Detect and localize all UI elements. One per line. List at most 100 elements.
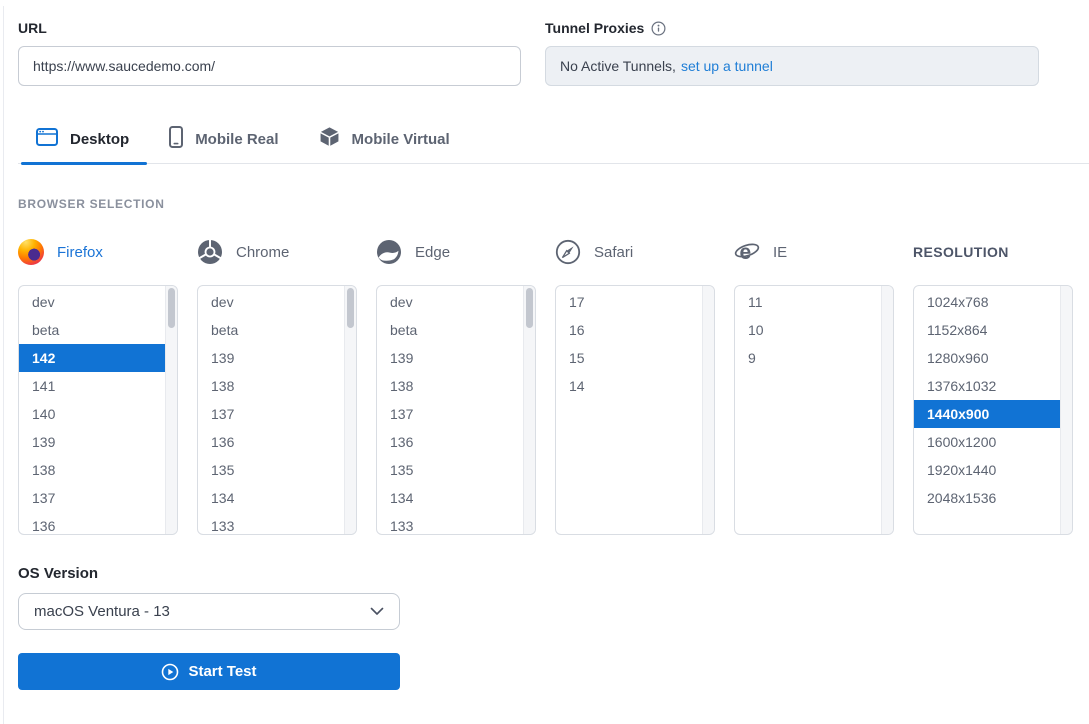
chrome-icon — [197, 239, 223, 265]
list-item[interactable]: 139 — [19, 428, 165, 456]
list-item[interactable]: 136 — [19, 512, 165, 535]
edge-column: Edge devbeta139138137136135134133 — [376, 238, 536, 535]
tab-mobile-virtual[interactable]: Mobile Virtual — [319, 126, 450, 152]
safari-version-list: 17161514 — [555, 285, 715, 535]
tab-mobile-real-label: Mobile Real — [195, 131, 278, 148]
browser-name: Firefox — [57, 244, 103, 261]
scrollbar-thumb[interactable] — [168, 288, 175, 328]
scrollbar-track — [881, 286, 893, 534]
list-item[interactable]: 1376x1032 — [914, 372, 1060, 400]
edge-icon — [376, 239, 402, 265]
cross-browser-test-config-page: URL https://www.saucedemo.com/ Tunnel Pr… — [0, 0, 1089, 690]
list-item[interactable]: 1152x864 — [914, 316, 1060, 344]
list-item[interactable]: beta — [377, 316, 523, 344]
os-version-value: macOS Ventura - 13 — [34, 603, 170, 620]
start-test-label: Start Test — [188, 663, 256, 680]
list-item[interactable]: 14 — [556, 372, 702, 400]
tab-desktop[interactable]: Desktop — [36, 128, 129, 151]
list-item[interactable]: 9 — [735, 344, 881, 372]
browser-name: IE — [773, 244, 787, 261]
scrollbar-track — [702, 286, 714, 534]
info-icon[interactable] — [651, 21, 666, 36]
active-tab-indicator — [21, 162, 147, 165]
url-field-group: URL https://www.saucedemo.com/ — [18, 20, 521, 86]
list-item[interactable]: 1920x1440 — [914, 456, 1060, 484]
scrollbar-track — [1060, 286, 1072, 534]
list-item[interactable]: 16 — [556, 316, 702, 344]
list-item[interactable]: 136 — [377, 428, 523, 456]
list-item[interactable]: 139 — [377, 344, 523, 372]
start-test-button[interactable]: Start Test — [18, 653, 400, 690]
browser-columns: Firefox devbeta142141140139138137136 — [18, 238, 1089, 535]
scrollbar-track — [344, 286, 356, 534]
scrollbar-thumb[interactable] — [347, 288, 354, 328]
list-item[interactable]: 1280x960 — [914, 344, 1060, 372]
browser-name: Chrome — [236, 244, 289, 261]
browser-name: Edge — [415, 244, 450, 261]
list-item[interactable]: 141 — [19, 372, 165, 400]
tab-desktop-label: Desktop — [70, 131, 129, 148]
scrollbar-thumb[interactable] — [526, 288, 533, 328]
safari-icon — [555, 239, 581, 265]
list-item[interactable]: 17 — [556, 288, 702, 316]
play-circle-icon — [161, 663, 179, 681]
url-input[interactable]: https://www.saucedemo.com/ — [18, 46, 521, 86]
ie-version-list: 11109 — [734, 285, 894, 535]
list-item[interactable]: 138 — [198, 372, 344, 400]
setup-tunnel-link[interactable]: set up a tunnel — [681, 58, 773, 74]
list-item[interactable]: 134 — [198, 484, 344, 512]
list-item[interactable]: beta — [19, 316, 165, 344]
list-item[interactable]: 138 — [377, 372, 523, 400]
list-item[interactable]: 137 — [198, 400, 344, 428]
tunnel-status-text: No Active Tunnels, — [560, 58, 676, 74]
chevron-down-icon — [370, 603, 384, 620]
safari-column: Safari 17161514 — [555, 238, 715, 535]
list-item[interactable]: 1024x768 — [914, 288, 1060, 316]
chrome-column: Chrome devbeta139138137136135134133 — [197, 238, 357, 535]
edge-version-list: devbeta139138137136135134133 — [376, 285, 536, 535]
list-item[interactable]: 133 — [377, 512, 523, 535]
list-item[interactable]: 1440x900 — [914, 400, 1060, 428]
list-item[interactable]: 137 — [377, 400, 523, 428]
list-item[interactable]: dev — [377, 288, 523, 316]
browser-option-firefox[interactable]: Firefox — [18, 238, 178, 266]
list-item[interactable]: dev — [198, 288, 344, 316]
browser-option-edge[interactable]: Edge — [376, 238, 536, 266]
resolution-heading: RESOLUTION — [913, 238, 1073, 266]
browser-selection-heading: BROWSER SELECTION — [18, 197, 1089, 211]
scrollbar-track — [523, 286, 535, 534]
firefox-icon — [18, 239, 44, 265]
list-item[interactable]: 135 — [198, 456, 344, 484]
browser-option-ie[interactable]: e IE — [734, 238, 894, 266]
list-item[interactable]: 10 — [735, 316, 881, 344]
list-item[interactable]: 133 — [198, 512, 344, 535]
tunnel-proxies-label: Tunnel Proxies — [545, 20, 644, 36]
list-item[interactable]: 1600x1200 — [914, 428, 1060, 456]
list-item[interactable]: 136 — [198, 428, 344, 456]
list-item[interactable]: beta — [198, 316, 344, 344]
list-item[interactable]: 139 — [198, 344, 344, 372]
panel-left-edge — [3, 6, 4, 724]
resolution-column: RESOLUTION 1024x7681152x8641280x9601376x… — [913, 238, 1073, 535]
list-item[interactable]: 137 — [19, 484, 165, 512]
list-item[interactable]: 135 — [377, 456, 523, 484]
list-item[interactable]: 15 — [556, 344, 702, 372]
tunnel-status-box: No Active Tunnels, set up a tunnel — [545, 46, 1039, 86]
os-version-select[interactable]: macOS Ventura - 13 — [18, 593, 400, 630]
tabs-divider — [18, 163, 1089, 164]
list-item[interactable]: 138 — [19, 456, 165, 484]
ie-icon: e — [734, 239, 760, 265]
phone-icon — [169, 126, 183, 153]
list-item[interactable]: 11 — [735, 288, 881, 316]
list-item[interactable]: 2048x1536 — [914, 484, 1060, 512]
list-item[interactable]: dev — [19, 288, 165, 316]
browser-option-safari[interactable]: Safari — [555, 238, 715, 266]
tunnel-proxies-group: Tunnel Proxies No Active Tunnels, set up… — [545, 20, 1039, 86]
scrollbar-track — [165, 286, 177, 534]
firefox-column: Firefox devbeta142141140139138137136 — [18, 238, 178, 535]
browser-option-chrome[interactable]: Chrome — [197, 238, 357, 266]
list-item[interactable]: 134 — [377, 484, 523, 512]
list-item[interactable]: 140 — [19, 400, 165, 428]
list-item[interactable]: 142 — [19, 344, 165, 372]
tab-mobile-real[interactable]: Mobile Real — [169, 126, 278, 153]
